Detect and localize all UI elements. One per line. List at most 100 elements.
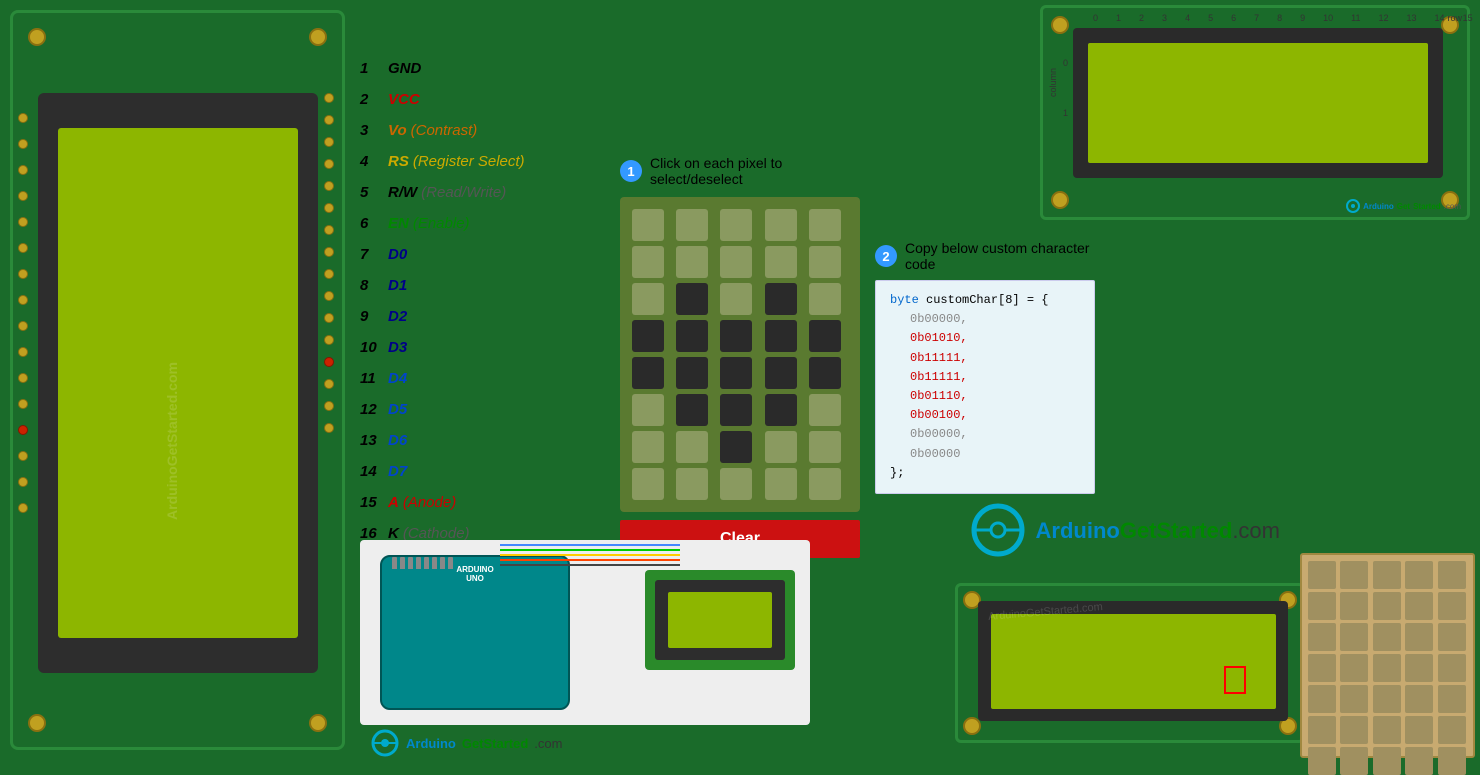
brand-com: .com xyxy=(1232,518,1280,543)
pin-row-15: 15 A (Anode) xyxy=(360,494,640,511)
pin-dot-12 xyxy=(18,399,28,409)
pixel-cell-28[interactable] xyxy=(765,394,797,426)
pixel-cell-12[interactable] xyxy=(720,283,752,315)
code-line-8: 0b00000, xyxy=(890,425,1080,444)
pixel-cell-35[interactable] xyxy=(632,468,664,500)
pin-row-10: 10 D3 xyxy=(360,339,640,356)
pixel-cell-33[interactable] xyxy=(765,431,797,463)
pixel-cell-16[interactable] xyxy=(676,320,708,352)
corner-bolt-tr xyxy=(309,28,327,46)
brand-getstarted: GetStarted xyxy=(1120,518,1232,543)
pin-name-15: A xyxy=(388,494,399,511)
pin-dot-2 xyxy=(18,139,28,149)
rpin-3 xyxy=(324,137,334,147)
pixel-cell-37[interactable] xyxy=(720,468,752,500)
pin-num-12: 12 xyxy=(360,401,388,418)
pixel-cell-26[interactable] xyxy=(676,394,708,426)
code-line-7: 0b00100, xyxy=(890,406,1080,425)
pin-num-10: 10 xyxy=(360,339,388,356)
pixel-cell-0[interactable] xyxy=(632,209,664,241)
logo-text-getstarted: GetStarted xyxy=(462,736,528,751)
zoom-cell-22 xyxy=(1373,685,1401,713)
pixel-cell-8[interactable] xyxy=(765,246,797,278)
red-highlight-rect xyxy=(1224,666,1246,694)
zoom-cell-16 xyxy=(1340,654,1368,682)
pin-dot-16 xyxy=(18,503,28,513)
zoom-cell-24 xyxy=(1438,685,1466,713)
pin-name-14: D7 xyxy=(388,463,407,480)
pin-row-3: 3 Vo (Contrast) xyxy=(360,122,640,139)
lcd-top-right: 012345 67891011 12131415 row 0 1 column … xyxy=(1040,5,1470,220)
pin-num-11: 11 xyxy=(360,370,388,387)
pixel-cell-31[interactable] xyxy=(676,431,708,463)
lcd-on-breadboard xyxy=(645,570,795,670)
zoom-cell-9 xyxy=(1438,592,1466,620)
pixel-grid[interactable] xyxy=(632,209,848,500)
rpin-7 xyxy=(324,225,334,235)
pixel-cell-10[interactable] xyxy=(632,283,664,315)
pixel-cell-6[interactable] xyxy=(676,246,708,278)
pin-dot-15 xyxy=(18,477,28,487)
pin-name-9: D2 xyxy=(388,308,407,325)
pixel-cell-20[interactable] xyxy=(632,357,664,389)
pixel-cell-15[interactable] xyxy=(632,320,664,352)
zoom-cell-10 xyxy=(1308,623,1336,651)
pin-name-1: GND xyxy=(388,60,421,77)
pixel-cell-19[interactable] xyxy=(809,320,841,352)
pixel-cell-22[interactable] xyxy=(720,357,752,389)
pixel-cell-5[interactable] xyxy=(632,246,664,278)
pixel-cell-9[interactable] xyxy=(809,246,841,278)
pixel-cell-2[interactable] xyxy=(720,209,752,241)
pixel-cell-23[interactable] xyxy=(765,357,797,389)
row-label-0: 0 xyxy=(1063,58,1068,68)
pixel-cell-29[interactable] xyxy=(809,394,841,426)
pixel-cell-14[interactable] xyxy=(809,283,841,315)
pixel-cell-24[interactable] xyxy=(809,357,841,389)
pixel-cell-13[interactable] xyxy=(765,283,797,315)
pin-row-1: 1 GND xyxy=(360,60,640,77)
pixel-cell-3[interactable] xyxy=(765,209,797,241)
pixel-cell-18[interactable] xyxy=(765,320,797,352)
zoom-cell-4 xyxy=(1438,561,1466,589)
zoom-cell-1 xyxy=(1340,561,1368,589)
zoom-cell-33 xyxy=(1405,747,1433,775)
pixel-cell-11[interactable] xyxy=(676,283,708,315)
step-2-circle: 2 xyxy=(875,245,897,267)
zoom-cell-8 xyxy=(1405,592,1433,620)
pin-row-11: 11 D4 xyxy=(360,370,640,387)
pixel-cell-32[interactable] xyxy=(720,431,752,463)
pixel-cell-1[interactable] xyxy=(676,209,708,241)
pin-desc-4: (Register Select) xyxy=(413,153,525,170)
pixel-zoom-grid xyxy=(1308,561,1467,775)
zoom-cell-7 xyxy=(1373,592,1401,620)
pixel-cell-36[interactable] xyxy=(676,468,708,500)
pin-num-6: 6 xyxy=(360,215,388,232)
code-instruction: 2 Copy below custom character code xyxy=(875,240,1095,272)
zoom-cell-11 xyxy=(1340,623,1368,651)
pin-num-2: 2 xyxy=(360,91,388,108)
pixel-cell-38[interactable] xyxy=(765,468,797,500)
pixel-instruction-text: Click on each pixel to select/deselect xyxy=(650,155,860,187)
pixel-cell-30[interactable] xyxy=(632,431,664,463)
watermark-main: ArduinoGetStarted.com xyxy=(164,362,180,520)
pixel-grid-container xyxy=(620,197,860,512)
corner-bolt-tl xyxy=(28,28,46,46)
pixel-cell-17[interactable] xyxy=(720,320,752,352)
pixel-cell-25[interactable] xyxy=(632,394,664,426)
pixel-cell-21[interactable] xyxy=(676,357,708,389)
pixel-cell-7[interactable] xyxy=(720,246,752,278)
code-box: byte customChar[8] = { 0b00000, 0b01010,… xyxy=(875,280,1095,494)
brand-arduino: Arduino xyxy=(1036,518,1120,543)
zoom-cell-5 xyxy=(1308,592,1336,620)
pixel-cell-39[interactable] xyxy=(809,468,841,500)
rpin-13 xyxy=(324,357,334,367)
pin-name-5: R/W xyxy=(388,184,417,201)
pixel-cell-4[interactable] xyxy=(809,209,841,241)
brand-text-group: ArduinoGetStarted.com xyxy=(1036,518,1281,544)
pin-desc-15: (Anode) xyxy=(403,494,456,511)
pixel-cell-34[interactable] xyxy=(809,431,841,463)
pixel-cell-27[interactable] xyxy=(720,394,752,426)
logo-text-com: .com xyxy=(534,736,562,751)
zoom-cell-25 xyxy=(1308,716,1336,744)
zoom-cell-2 xyxy=(1373,561,1401,589)
